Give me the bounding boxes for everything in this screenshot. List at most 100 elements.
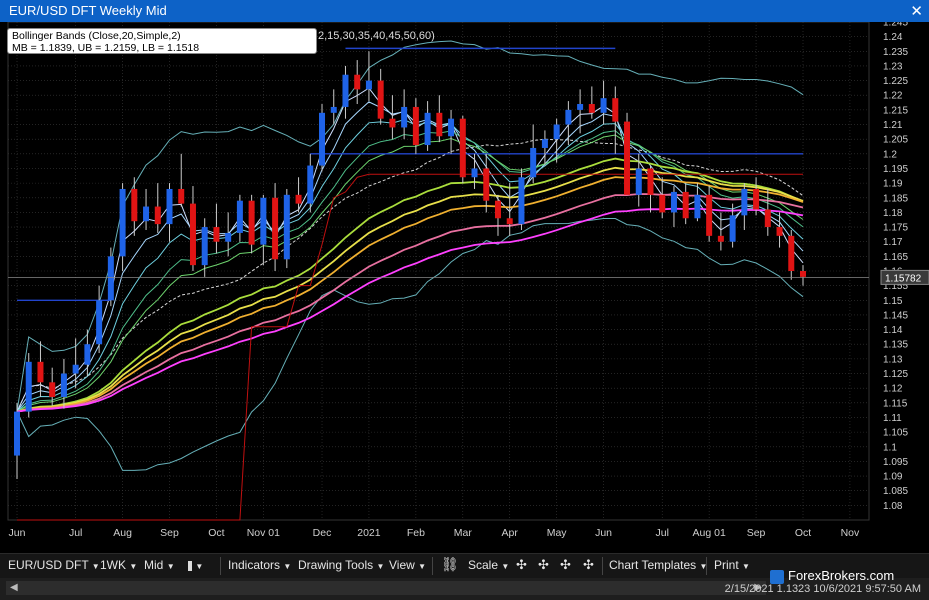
- y-tick-label: 1.2: [883, 149, 897, 160]
- y-tick-label: 1.225: [883, 76, 908, 87]
- candle-body: [541, 139, 548, 148]
- y-tick-label: 1.135: [883, 340, 908, 351]
- candle-body: [612, 98, 619, 122]
- y-tick-label: 1.235: [883, 47, 908, 58]
- candle-body: [84, 344, 91, 365]
- toolbar-divider: [706, 557, 707, 575]
- candle-body: [119, 188, 126, 257]
- x-tick-label: Oct: [208, 527, 224, 539]
- candle-body: [717, 235, 724, 242]
- candle-body: [154, 206, 161, 225]
- chevron-down-icon: ▼: [418, 562, 427, 571]
- y-tick-label: 1.145: [883, 310, 908, 321]
- candle-body: [436, 112, 443, 137]
- candle-body: [60, 373, 67, 397]
- y-tick-label: 1.17: [883, 237, 903, 248]
- y-tick-label: 1.115: [883, 398, 908, 409]
- x-tick-label: Oct: [795, 527, 811, 539]
- y-tick-label: 1.095: [883, 457, 908, 468]
- drawing-tools-dropdown[interactable]: Drawing Tools ▼: [298, 558, 384, 572]
- candle-body: [776, 227, 783, 236]
- toolbar-divider: [432, 557, 433, 575]
- x-tick-label: Jul: [69, 527, 82, 539]
- y-tick-label: 1.09: [883, 472, 903, 483]
- symbol-dropdown[interactable]: EUR/USD DFT ▼: [8, 558, 100, 572]
- x-tick-label: Dec: [313, 527, 332, 539]
- y-tick-label: 1.18: [883, 208, 903, 219]
- scale-dropdown[interactable]: Scale ▼: [468, 558, 509, 572]
- close-icon[interactable]: ✕: [910, 2, 923, 20]
- candle-body: [483, 168, 490, 201]
- interval-dropdown[interactable]: 1WK ▼: [100, 558, 137, 572]
- candle-body: [424, 112, 431, 146]
- candle-body: [694, 194, 701, 219]
- candle-body: [37, 361, 44, 383]
- candle-body: [389, 118, 396, 128]
- chart-templates-dropdown[interactable]: Chart Templates ▼: [609, 558, 707, 572]
- candle-body: [307, 165, 314, 204]
- candle-icon: [188, 560, 192, 571]
- candle-body: [530, 147, 537, 178]
- candle-body: [248, 200, 255, 245]
- candle-body: [518, 177, 525, 225]
- scroll-left-icon[interactable]: ◀: [10, 582, 18, 593]
- candle-body: [647, 168, 654, 195]
- chevron-down-icon: ▼: [166, 562, 175, 571]
- zoom-in-icon[interactable]: ✣: [538, 557, 549, 573]
- indicators-label: Indicators: [228, 558, 281, 572]
- print-dropdown[interactable]: Print ▼: [714, 558, 750, 572]
- view-label: View: [389, 558, 415, 572]
- tooltip-line1: Bollinger Bands (Close,20,Simple,2): [12, 30, 181, 42]
- candle-body: [682, 191, 689, 219]
- candle-body: [565, 109, 572, 125]
- y-tick-label: 1.24: [883, 32, 903, 43]
- chart-type-dropdown[interactable]: ▼: [188, 558, 203, 572]
- candle-body: [659, 194, 666, 213]
- y-tick-label: 1.205: [883, 135, 908, 146]
- y-tick-label: 1.21: [883, 120, 903, 131]
- indicators-dropdown[interactable]: Indicators ▼: [228, 558, 291, 572]
- y-tick-label: 1.165: [883, 252, 908, 263]
- chart-area[interactable]: 1.08 1.085 1.09 1.095 1.1 1.105 1.11 1.115 1.12 1…: [0, 22, 929, 550]
- y-tick-label: 1.14: [883, 325, 903, 336]
- candle-body: [319, 112, 326, 166]
- price-chart[interactable]: 1.08 1.085 1.09 1.095 1.1 1.105 1.11 1.115 1.12 1…: [0, 22, 929, 550]
- fit-vertical-icon[interactable]: ✣: [583, 557, 594, 573]
- fit-horizontal-icon[interactable]: ✣: [516, 557, 527, 573]
- price-type-label: Mid: [144, 558, 164, 572]
- candle-body: [354, 74, 361, 90]
- indicator-tooltip: Bollinger Bands (Close,20,Simple,2) MB =…: [7, 28, 317, 54]
- view-dropdown[interactable]: View ▼: [389, 558, 426, 572]
- candle-body: [236, 200, 243, 233]
- candle-body: [588, 104, 595, 113]
- y-tick-label: 1.23: [883, 61, 903, 72]
- price-type-dropdown[interactable]: Mid ▼: [144, 558, 175, 572]
- candle-body: [706, 194, 713, 236]
- candle-body: [283, 194, 290, 260]
- x-tick-label: Mar: [454, 527, 473, 539]
- candle-body: [494, 200, 501, 219]
- y-tick-label: 1.175: [883, 223, 908, 234]
- candle-body: [49, 382, 56, 397]
- tooltip-line2: MB = 1.1839, UB = 1.2159, LB = 1.1518: [12, 42, 200, 54]
- candle-body: [272, 197, 279, 260]
- link-icon[interactable]: ⛓: [441, 556, 459, 573]
- y-tick-label: 1.08: [883, 501, 903, 512]
- window-title: EUR/USD DFT Weekly Mid: [9, 3, 167, 18]
- y-tick-label: 1.215: [883, 105, 908, 116]
- y-tick-label: 1.245: [883, 22, 908, 29]
- candle-body: [330, 106, 337, 113]
- zoom-out-icon[interactable]: ✣: [560, 557, 571, 573]
- y-tick-label: 1.19: [883, 179, 903, 190]
- x-tick-label: Jun: [595, 527, 612, 539]
- chevron-down-icon: ▼: [501, 562, 510, 571]
- candle-body: [96, 300, 103, 345]
- x-tick-label: Jul: [656, 527, 669, 539]
- horizontal-scrollbar[interactable]: ◀ ▶: [6, 581, 766, 595]
- candle-body: [295, 194, 302, 204]
- y-tick-label: 1.12: [883, 384, 903, 395]
- candle-body: [788, 235, 795, 271]
- x-tick-label: Sep: [747, 527, 766, 539]
- candle-body: [365, 80, 372, 90]
- candle-body: [131, 188, 138, 222]
